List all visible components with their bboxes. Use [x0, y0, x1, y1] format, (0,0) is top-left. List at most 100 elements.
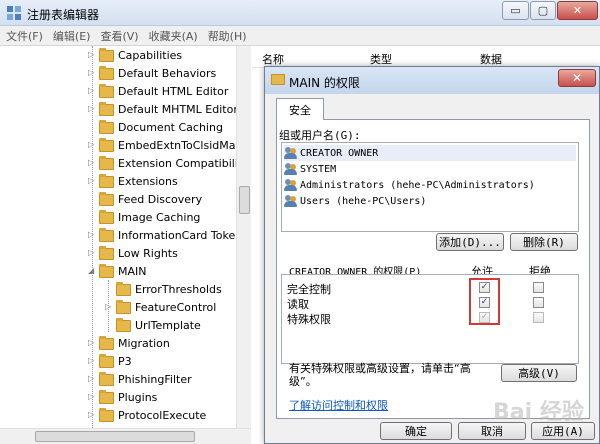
column-data[interactable]: 数据 [480, 51, 502, 67]
tree-item[interactable]: ErrorThresholds [0, 281, 236, 299]
tree-item[interactable]: UrlTemplate [0, 317, 236, 335]
dialog-close-button[interactable]: ✕ [558, 69, 596, 87]
tab-security[interactable]: 安全 [276, 98, 324, 120]
column-name[interactable]: 名称 [262, 51, 284, 67]
tree-item[interactable]: Feed Discovery [0, 191, 236, 209]
tree-item-label: EmbedExtnToClsidMap [118, 139, 236, 152]
user-group-icon [284, 179, 298, 191]
tree-item[interactable]: ▷ Default MHTML Editor [0, 101, 236, 119]
folder-icon [99, 390, 114, 404]
tree-item[interactable]: Image Caching [0, 209, 236, 227]
ok-button[interactable]: 确定 [380, 422, 452, 440]
menu-bar: 文件(F) 编辑(E) 查看(V) 收藏夹(A) 帮助(H) [0, 26, 600, 46]
user-group-icon [284, 147, 298, 159]
tree-item-label: Migration [118, 337, 170, 350]
tree-item[interactable]: ▷ Low Rights [0, 245, 236, 263]
tree-item[interactable]: ▷ PhishingFilter [0, 371, 236, 389]
tree-item[interactable]: ▷ EmbedExtnToClsidMap [0, 137, 236, 155]
tree-item[interactable]: ▷ Capabilities [0, 47, 236, 65]
permissions-dialog: MAIN 的权限 ✕ 安全 组或用户名(G): CREATOR OWNER SYS… [264, 66, 600, 444]
close-icon: ✕ [572, 4, 583, 17]
tree-item[interactable]: ▷ Extension Compatibility [0, 155, 236, 173]
tree-item[interactable]: ▷ Default HTML Editor [0, 83, 236, 101]
tree-item-label: FeatureControl [135, 301, 217, 314]
tree-vertical-scroll-thumb[interactable] [239, 186, 250, 214]
baidu-watermark: Bai 经验 [493, 400, 584, 425]
tree-item-label: Extension Compatibility [118, 157, 236, 170]
tree-item-label: Plugins [118, 391, 158, 404]
folder-icon [99, 372, 114, 386]
advanced-button[interactable]: 高级(V) [501, 364, 577, 382]
user-name: CREATOR OWNER [300, 147, 379, 159]
user-list-item[interactable]: SYSTEM [284, 161, 576, 177]
maximize-button[interactable]: ▢ [530, 1, 556, 20]
values-list-header: 名称 类型 数据 [252, 46, 600, 68]
folder-icon [99, 246, 114, 260]
groups-label: 组或用户名(G): [279, 129, 361, 142]
folder-icon [99, 192, 114, 206]
tree-item[interactable]: ▷ Default Behaviors [0, 65, 236, 83]
tree-item[interactable]: ◢ MAIN [0, 263, 236, 281]
user-name: Users (hehe-PC\Users) [300, 195, 427, 207]
tree-item[interactable]: Document Caching [0, 119, 236, 137]
tree-horizontal-scroll-thumb[interactable] [35, 431, 195, 442]
remove-button[interactable]: 删除(R) [510, 233, 578, 251]
tree-item-label: Image Caching [118, 211, 201, 224]
tree-item-label: Low Rights [118, 247, 178, 260]
minimize-icon: ▭ [510, 4, 521, 17]
tree-item[interactable]: ▷ P3 [0, 353, 236, 371]
tree-item-label: Capabilities [118, 49, 183, 62]
tree-item-label: Default HTML Editor [118, 85, 229, 98]
tree-item[interactable]: ▷ InformationCard Token [0, 227, 236, 245]
folder-icon [99, 228, 114, 242]
deny-checkbox [533, 312, 544, 323]
folder-icon [116, 300, 131, 314]
tree-item-label: PhishingFilter [118, 373, 192, 386]
add-button[interactable]: 添加(D)... [436, 233, 504, 251]
menu-favorites[interactable]: 收藏夹(A) [149, 28, 198, 44]
deny-checkbox[interactable] [533, 282, 544, 293]
tree-horizontal-scrollbar[interactable] [0, 428, 251, 444]
tree-guide-line [92, 46, 93, 428]
deny-checkbox[interactable] [533, 297, 544, 308]
folder-icon [116, 282, 131, 296]
tree-item-label: ErrorThresholds [135, 283, 222, 296]
tree-item-label: InformationCard Token [118, 229, 236, 242]
menu-file[interactable]: 文件(F) [6, 28, 43, 44]
tree-item-label: Default MHTML Editor [118, 103, 236, 116]
tree-guide-line [108, 280, 109, 332]
tree-item[interactable]: ▷ FeatureControl [0, 299, 236, 317]
column-type[interactable]: 类型 [370, 51, 392, 67]
access-control-link[interactable]: 了解访问控制和权限 [289, 397, 388, 413]
minimize-button[interactable]: ▭ [502, 1, 529, 20]
registry-tree[interactable]: ▷ Capabilities ▷ Default Behaviors ▷ Default … [0, 46, 251, 444]
user-name: SYSTEM [300, 163, 337, 175]
tree-item[interactable]: ▷ Plugins [0, 389, 236, 407]
dialog-title: MAIN 的权限 [289, 76, 360, 90]
maximize-icon: ▢ [537, 4, 549, 17]
tree-item-label: ProtocolExecute [118, 409, 207, 422]
folder-icon [99, 354, 114, 368]
window-close-button[interactable]: ✕ [557, 1, 598, 20]
window-titlebar: 注册表编辑器 ▭ ▢ ✕ [0, 0, 600, 26]
menu-view[interactable]: 查看(V) [100, 28, 138, 44]
advanced-hint-text: 有关特殊权限或高级设置，请单击“高级”。 [289, 362, 471, 388]
folder-icon [99, 48, 114, 62]
tree-item[interactable]: ▷ Migration [0, 335, 236, 353]
tree-item[interactable]: ▷ Extensions [0, 173, 236, 191]
tree-vertical-scrollbar[interactable] [236, 46, 251, 428]
folder-icon [99, 408, 114, 422]
tree-item-label: Feed Discovery [118, 193, 203, 206]
users-list[interactable]: CREATOR OWNER SYSTEM Administrators (hehe-… [281, 142, 579, 232]
folder-icon [271, 74, 285, 85]
tree-item[interactable]: ▷ ProtocolExecute [0, 407, 236, 425]
folder-icon [99, 264, 114, 278]
user-list-item[interactable]: Administrators (hehe-PC\Administrators) [284, 177, 576, 193]
user-list-item[interactable]: Users (hehe-PC\Users) [284, 193, 576, 209]
menu-edit[interactable]: 编辑(E) [53, 28, 91, 44]
user-list-item[interactable]: CREATOR OWNER [284, 145, 576, 161]
allow-column-highlight [469, 278, 500, 325]
user-group-icon [284, 195, 298, 207]
menu-help[interactable]: 帮助(H) [208, 28, 247, 44]
permission-label: 读取 [287, 298, 309, 311]
